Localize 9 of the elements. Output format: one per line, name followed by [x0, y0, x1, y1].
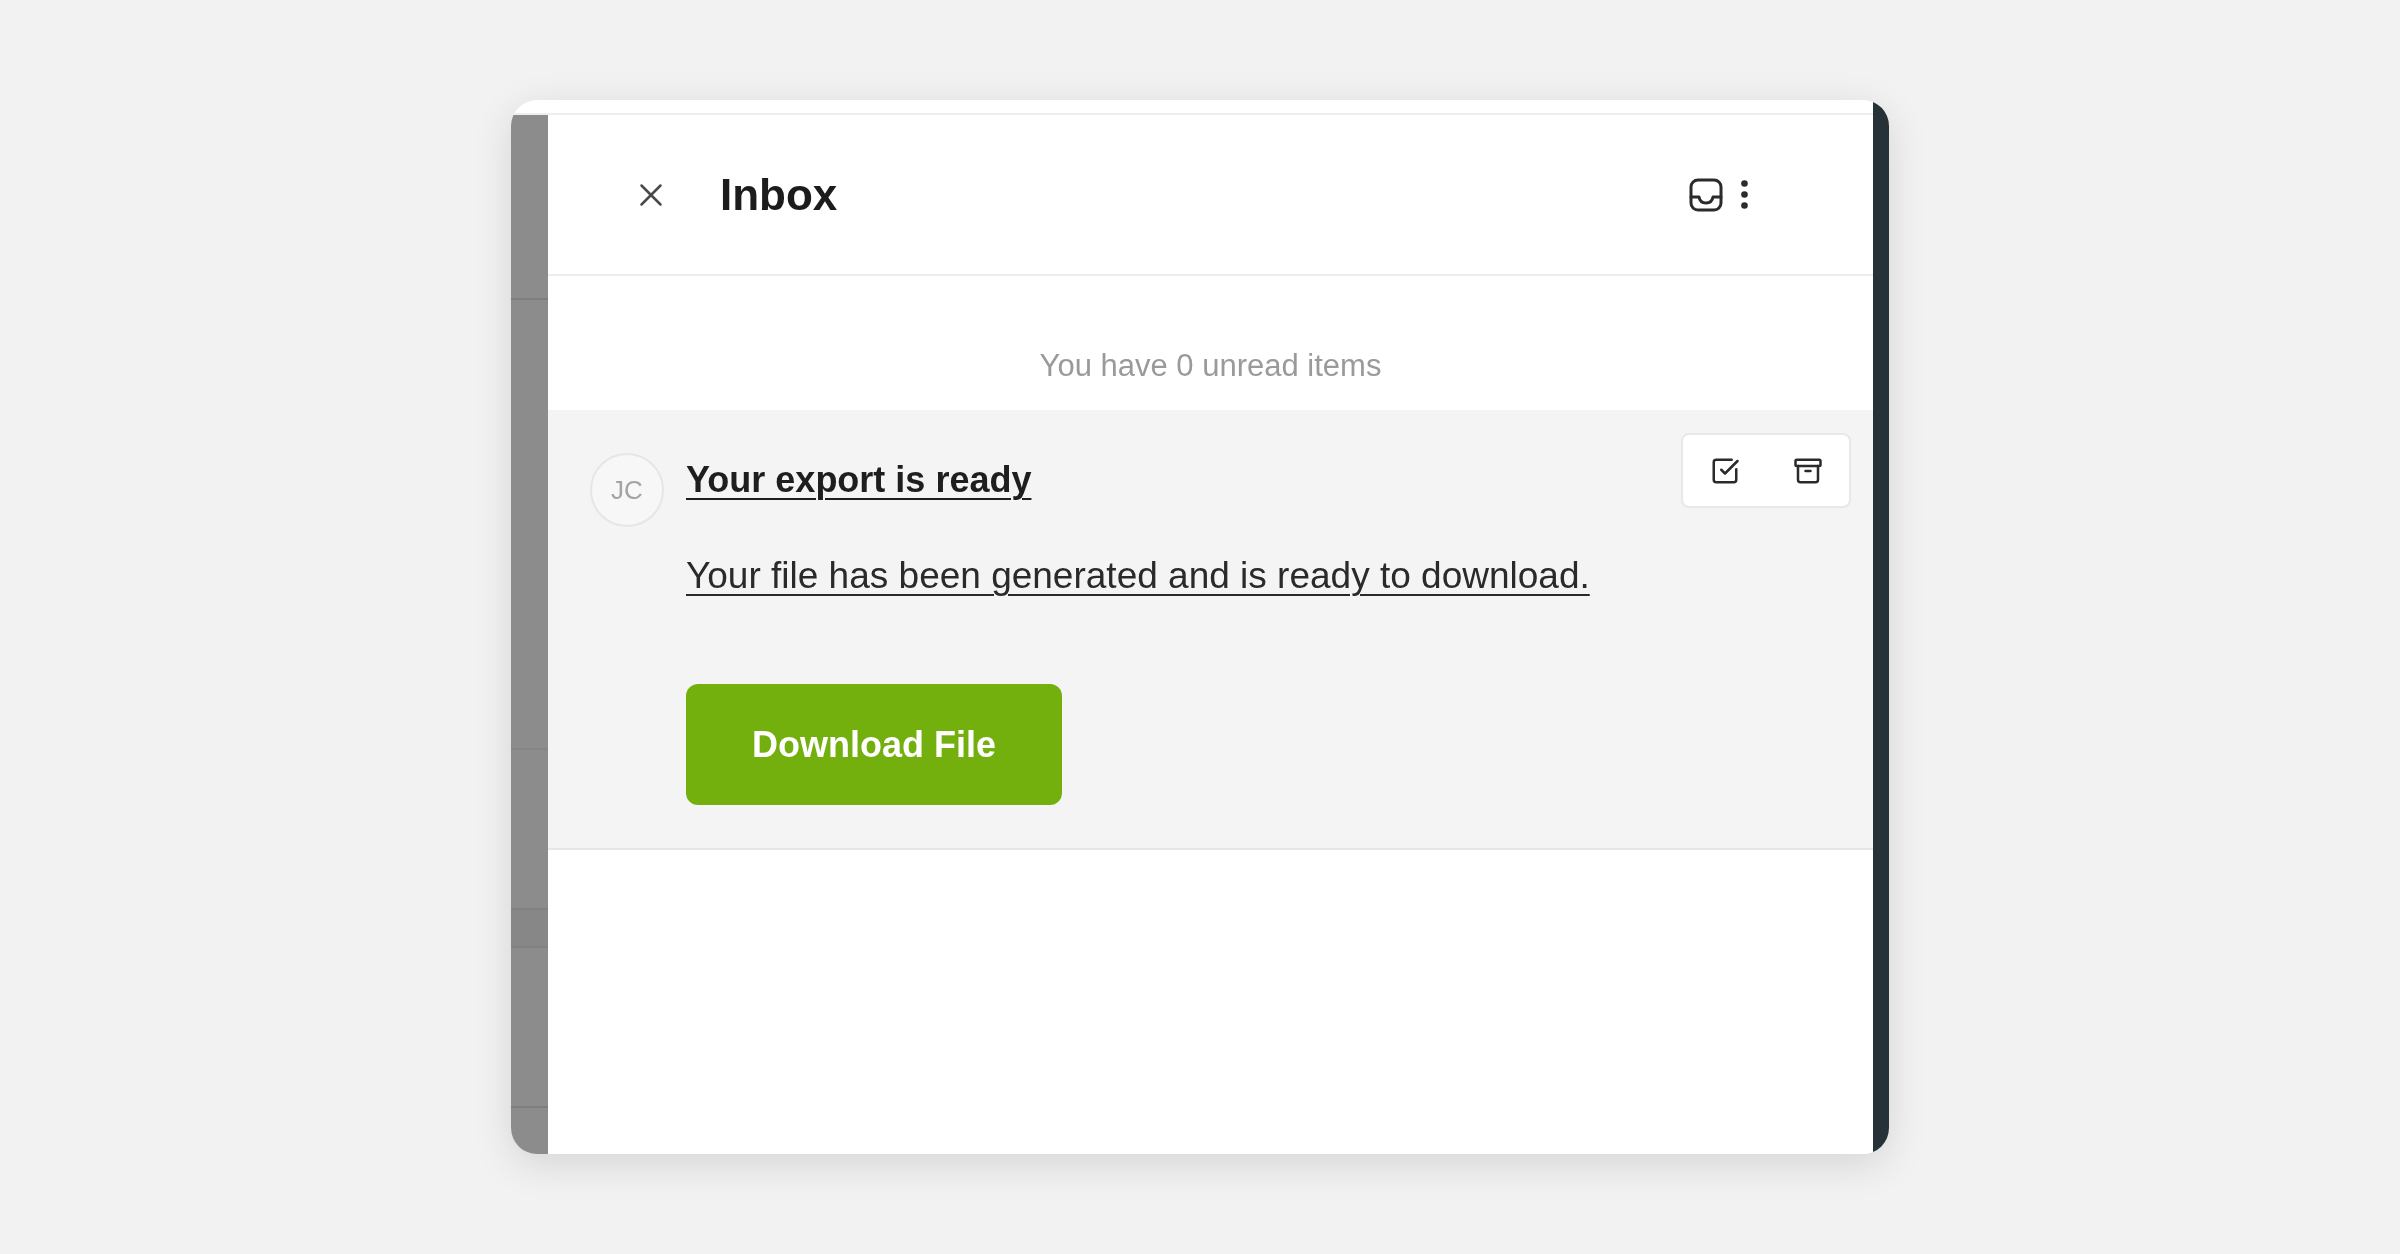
notification-title-link[interactable]: Your export is ready — [686, 459, 1032, 501]
notification-message-link[interactable]: Your file has been generated and is ready to download. — [686, 555, 1590, 597]
more-options-icon — [1741, 180, 1748, 209]
more-options-button[interactable] — [1741, 180, 1748, 209]
inbox-tray-icon — [1689, 177, 1723, 212]
panel-title: Inbox — [720, 168, 838, 221]
unread-summary: You have 0 unread items — [1039, 348, 1382, 384]
inbox-button[interactable] — [1689, 177, 1723, 212]
avatar: JC — [590, 453, 664, 527]
